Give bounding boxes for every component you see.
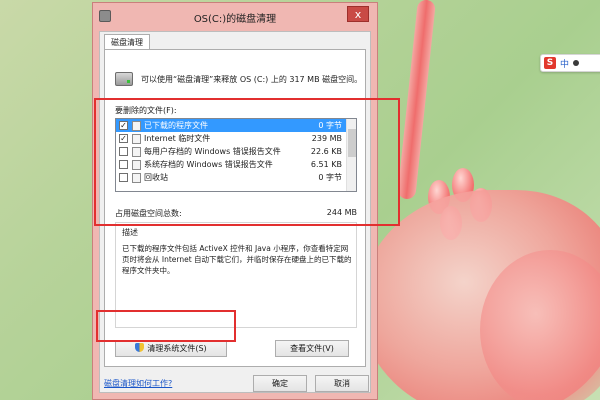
ime-punctuation-icon[interactable] <box>573 60 580 66</box>
description-text: 已下载的程序文件包括 ActiveX 控件和 Java 小程序，你查看特定网页时… <box>122 244 352 275</box>
ime-toolbar[interactable]: S 中 <box>540 54 600 72</box>
description-title: 描述 <box>122 228 138 237</box>
summary-row: 可以使用“磁盘清理”来释放 OS (C:) 上的 317 MB 磁盘空间。 <box>115 72 362 86</box>
clean-system-files-label: 清理系统文件(S) <box>147 344 207 353</box>
ime-mode-toggle[interactable]: 中 <box>560 57 569 70</box>
ime-logo-icon[interactable]: S <box>544 57 556 69</box>
uac-shield-icon <box>135 343 145 352</box>
help-link[interactable]: 磁盘清理如何工作? <box>104 378 172 389</box>
highlight-box-clean-button <box>96 310 236 342</box>
drive-icon <box>115 72 133 86</box>
cancel-button[interactable]: 取消 <box>315 375 369 392</box>
title-bar[interactable]: OS(C:)的磁盘清理 x <box>93 3 377 31</box>
tab-disk-cleanup[interactable]: 磁盘清理 <box>104 34 150 50</box>
flower-stem <box>397 0 436 200</box>
close-button[interactable]: x <box>347 6 369 22</box>
view-files-button[interactable]: 查看文件(V) <box>275 340 349 357</box>
disk-cleanup-app-icon <box>99 10 111 22</box>
clean-system-files-button[interactable]: 清理系统文件(S) <box>115 340 227 357</box>
summary-text: 可以使用“磁盘清理”来释放 OS (C:) 上的 317 MB 磁盘空间。 <box>141 74 363 84</box>
ok-button[interactable]: 确定 <box>253 375 307 392</box>
window-title: OS(C:)的磁盘清理 <box>193 13 277 25</box>
highlight-box-files <box>94 98 400 226</box>
